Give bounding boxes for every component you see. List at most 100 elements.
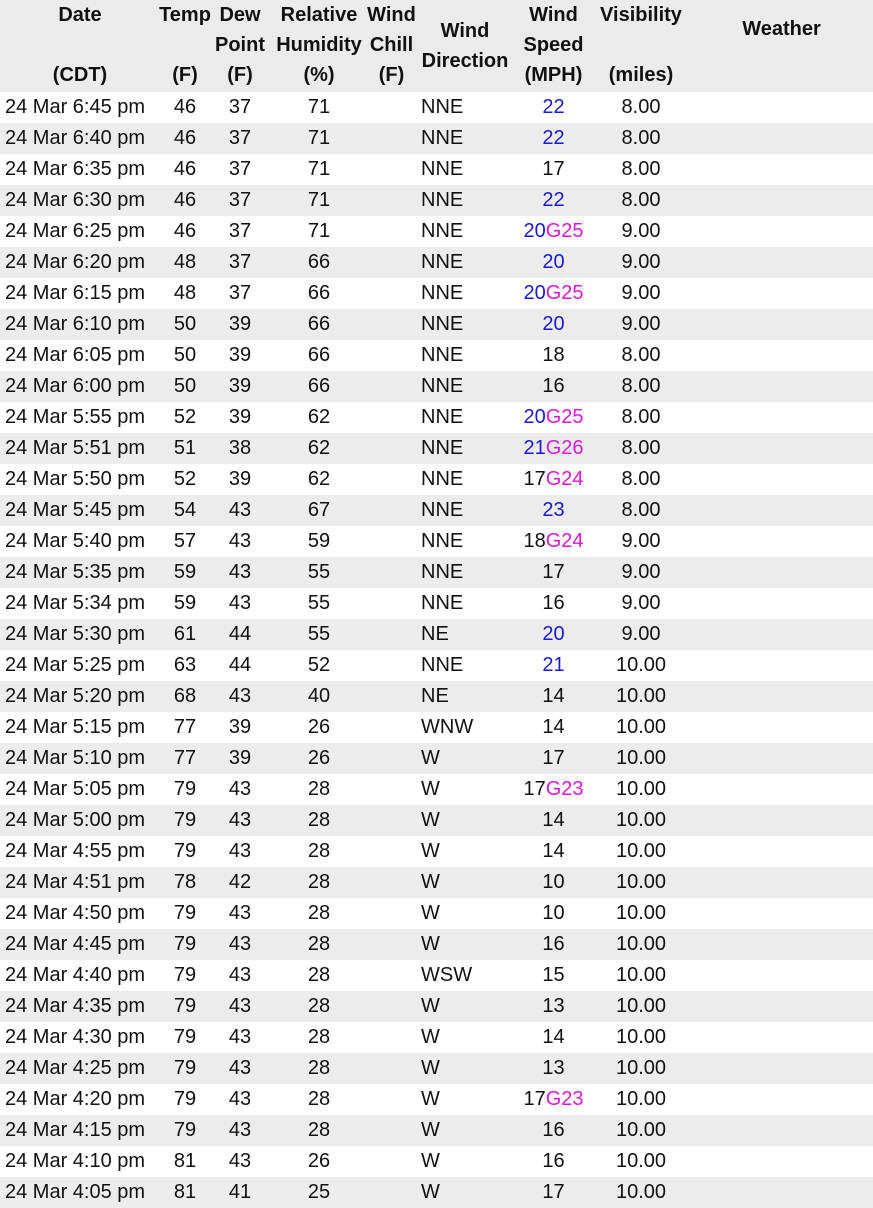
cell-wind-direction: W xyxy=(415,1084,515,1115)
wind-speed-value: 10 xyxy=(542,871,565,893)
cell-date: 24 Mar 4:50 pm xyxy=(0,898,160,929)
table-row: 24 Mar 4:05 pm 81 41 25 W 17 10.00 xyxy=(0,1177,873,1208)
cell-date: 24 Mar 5:50 pm xyxy=(0,464,160,495)
cell-weather xyxy=(690,1022,873,1053)
cell-weather xyxy=(690,464,873,495)
cell-temp: 79 xyxy=(160,991,210,1022)
cell-dew-point: 37 xyxy=(210,123,270,154)
cell-visibility: 8.00 xyxy=(592,92,690,123)
cell-date: 24 Mar 6:05 pm xyxy=(0,340,160,371)
cell-wind-chill xyxy=(368,557,415,588)
cell-weather xyxy=(690,991,873,1022)
cell-dew-point: 43 xyxy=(210,1146,270,1177)
cell-temp: 46 xyxy=(160,123,210,154)
wind-speed-value: 16 xyxy=(542,1119,565,1141)
cell-date: 24 Mar 5:15 pm xyxy=(0,712,160,743)
cell-wind-chill xyxy=(368,1022,415,1053)
cell-wind-direction: NNE xyxy=(415,371,515,402)
cell-dew-point: 43 xyxy=(210,836,270,867)
cell-wind-chill xyxy=(368,960,415,991)
cell-date: 24 Mar 4:55 pm xyxy=(0,836,160,867)
table-row: 24 Mar 5:30 pm 61 44 55 NE 20 9.00 xyxy=(0,619,873,650)
cell-visibility: 9.00 xyxy=(592,247,690,278)
table-row: 24 Mar 6:40 pm 46 37 71 NNE 22 8.00 xyxy=(0,123,873,154)
cell-visibility: 10.00 xyxy=(592,991,690,1022)
cell-temp: 48 xyxy=(160,278,210,309)
cell-wind-chill xyxy=(368,464,415,495)
cell-temp: 79 xyxy=(160,774,210,805)
cell-date: 24 Mar 4:40 pm xyxy=(0,960,160,991)
cell-relative-humidity: 62 xyxy=(270,402,368,433)
cell-relative-humidity: 71 xyxy=(270,185,368,216)
cell-wind-direction: W xyxy=(415,1177,515,1208)
wind-speed-value: 16 xyxy=(542,933,565,955)
cell-wind-chill xyxy=(368,712,415,743)
cell-wind-direction: W xyxy=(415,867,515,898)
cell-relative-humidity: 71 xyxy=(270,92,368,123)
cell-relative-humidity: 26 xyxy=(270,743,368,774)
cell-relative-humidity: 28 xyxy=(270,1022,368,1053)
cell-relative-humidity: 66 xyxy=(270,247,368,278)
cell-wind-speed: 17 xyxy=(515,154,592,185)
table-row: 24 Mar 5:25 pm 63 44 52 NNE 21 10.00 xyxy=(0,650,873,681)
cell-wind-speed: 17G23 xyxy=(515,774,592,805)
cell-relative-humidity: 28 xyxy=(270,898,368,929)
cell-date: 24 Mar 6:45 pm xyxy=(0,92,160,123)
cell-visibility: 8.00 xyxy=(592,123,690,154)
cell-temp: 79 xyxy=(160,1022,210,1053)
weather-observations-table: Date (CDT) Temp (F) Dew Point (F) Relative Hu… xyxy=(0,0,873,1208)
cell-dew-point: 39 xyxy=(210,743,270,774)
cell-visibility: 9.00 xyxy=(592,309,690,340)
cell-weather xyxy=(690,1177,873,1208)
wind-speed-value: 20 xyxy=(523,220,546,242)
cell-relative-humidity: 66 xyxy=(270,340,368,371)
cell-wind-chill xyxy=(368,123,415,154)
cell-date: 24 Mar 6:15 pm xyxy=(0,278,160,309)
wind-gust-value: G23 xyxy=(545,1088,584,1110)
wind-gust-value: G26 xyxy=(545,437,584,459)
cell-temp: 50 xyxy=(160,340,210,371)
cell-wind-chill xyxy=(368,92,415,123)
cell-wind-direction: NNE xyxy=(415,247,515,278)
cell-date: 24 Mar 4:10 pm xyxy=(0,1146,160,1177)
cell-date: 24 Mar 4:45 pm xyxy=(0,929,160,960)
wind-speed-value: 17 xyxy=(523,468,546,490)
cell-weather xyxy=(690,309,873,340)
cell-wind-direction: NE xyxy=(415,681,515,712)
wind-speed-value: 15 xyxy=(542,964,565,986)
cell-temp: 61 xyxy=(160,619,210,650)
cell-temp: 79 xyxy=(160,929,210,960)
cell-visibility: 9.00 xyxy=(592,588,690,619)
cell-wind-direction: WNW xyxy=(415,712,515,743)
cell-visibility: 10.00 xyxy=(592,1177,690,1208)
cell-visibility: 10.00 xyxy=(592,898,690,929)
cell-dew-point: 39 xyxy=(210,340,270,371)
table-row: 24 Mar 4:20 pm 79 43 28 W 17G23 10.00 xyxy=(0,1084,873,1115)
cell-date: 24 Mar 6:40 pm xyxy=(0,123,160,154)
table-row: 24 Mar 5:34 pm 59 43 55 NNE 16 9.00 xyxy=(0,588,873,619)
cell-visibility: 10.00 xyxy=(592,743,690,774)
cell-date: 24 Mar 4:15 pm xyxy=(0,1115,160,1146)
wind-speed-value: 20 xyxy=(542,251,565,273)
cell-visibility: 10.00 xyxy=(592,805,690,836)
cell-wind-direction: W xyxy=(415,743,515,774)
table-row: 24 Mar 5:05 pm 79 43 28 W 17G23 10.00 xyxy=(0,774,873,805)
cell-wind-direction: NNE xyxy=(415,278,515,309)
cell-date: 24 Mar 4:20 pm xyxy=(0,1084,160,1115)
cell-wind-direction: NNE xyxy=(415,464,515,495)
table-row: 24 Mar 4:55 pm 79 43 28 W 14 10.00 xyxy=(0,836,873,867)
cell-wind-chill xyxy=(368,247,415,278)
cell-weather xyxy=(690,185,873,216)
cell-wind-speed: 20 xyxy=(515,309,592,340)
cell-wind-speed: 22 xyxy=(515,185,592,216)
cell-relative-humidity: 66 xyxy=(270,371,368,402)
cell-dew-point: 43 xyxy=(210,526,270,557)
cell-temp: 79 xyxy=(160,960,210,991)
cell-wind-chill xyxy=(368,1146,415,1177)
cell-weather xyxy=(690,1053,873,1084)
cell-wind-direction: NNE xyxy=(415,154,515,185)
cell-wind-speed: 10 xyxy=(515,898,592,929)
cell-date: 24 Mar 5:45 pm xyxy=(0,495,160,526)
cell-relative-humidity: 26 xyxy=(270,712,368,743)
cell-date: 24 Mar 6:20 pm xyxy=(0,247,160,278)
